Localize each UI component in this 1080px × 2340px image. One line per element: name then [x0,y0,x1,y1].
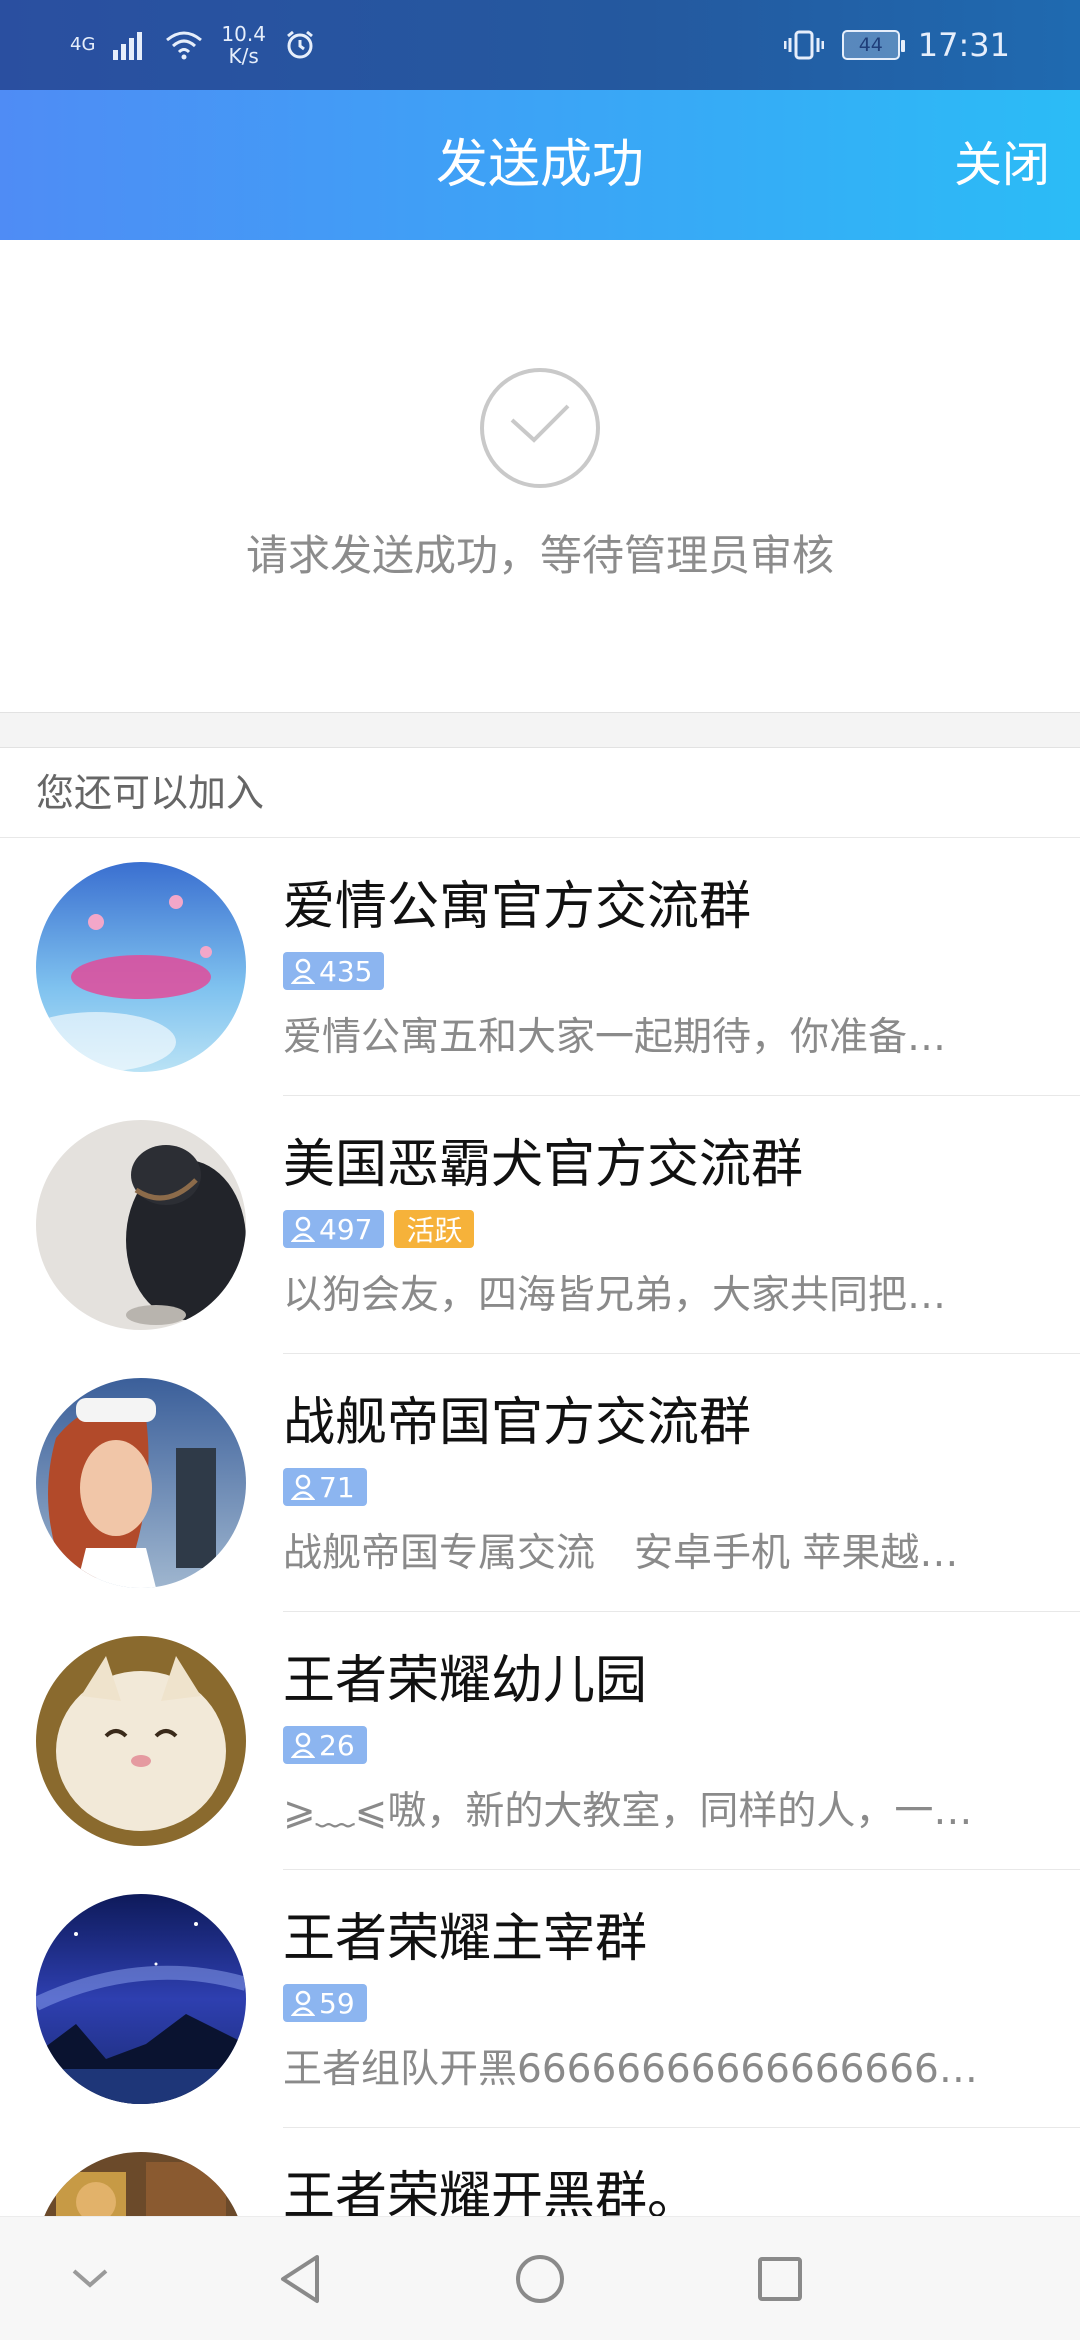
group-item[interactable]: 王者荣耀主宰群 59 王者组队开黑66666666666666666… [0,1870,1080,2128]
group-name: 美国恶霸犬官方交流群 [283,1135,804,1195]
member-count: 71 [319,1470,355,1504]
group-badges: 71 [283,1468,367,1506]
group-name: 王者荣耀主宰群 [283,1909,648,1969]
wifi-icon [166,31,203,60]
active-badge: 活跃 [394,1210,475,1248]
group-item[interactable]: 爱情公寓官方交流群 435 爱情公寓五和大家一起期待，你准备… [0,838,1080,1096]
member-count-badge: 59 [283,1984,367,2022]
signal-icon [113,32,143,60]
battery-icon: 44 [841,30,905,60]
group-name: 战舰帝国官方交流群 [283,1393,752,1453]
user-icon [291,1732,315,1758]
group-info: 爱情公寓官方交流群 435 爱情公寓五和大家一起期待，你准备… [283,838,1080,1096]
system-nav-bar [0,2216,1080,2340]
user-icon [291,958,315,984]
group-avatar [36,862,246,1072]
member-count: 26 [319,1728,355,1762]
member-count-badge: 435 [283,952,385,990]
chevron-down-icon [72,2269,108,2288]
group-badges: 59 [283,1984,367,2022]
group-name: 王者荣耀幼儿园 [283,1651,648,1711]
battery-level: 44 [858,34,883,56]
speed-value: 10.4 [221,22,266,46]
back-triangle-icon [281,2255,319,2303]
user-icon [291,1474,315,1500]
group-info: 王者荣耀幼儿园 26 ⩾﹏⩽嗷，新的大教室，同样的人，一… [283,1612,1080,1870]
alarm-icon [287,30,313,59]
vibrate-icon [783,30,824,60]
group-avatar [36,1894,246,2104]
status-bar: 4G 10.4 K/s 44 17:31 [0,0,1080,90]
recents-button[interactable] [750,2217,810,2340]
network-speed: 10.4 K/s [221,23,266,67]
status-left: 4G 10.4 K/s [70,23,316,67]
group-info: 战舰帝国官方交流群 71 战舰帝国专属交流 安卓手机 苹果越… [283,1354,1080,1612]
recents-square-icon [758,2257,802,2301]
member-count: 59 [319,1986,355,2020]
group-avatar [36,1120,246,1330]
status-time: 17:31 [917,26,1010,64]
group-info: 美国恶霸犬官方交流群 497 活跃 以狗会友，四海皆兄弟，大家共同把… [283,1096,1080,1354]
group-avatar [36,1378,246,1588]
section-divider [0,712,1080,748]
back-button[interactable] [270,2217,330,2340]
group-name: 爱情公寓官方交流群 [283,877,752,937]
group-item[interactable]: 王者荣耀幼儿园 26 ⩾﹏⩽嗷，新的大教室，同样的人，一… [0,1612,1080,1870]
group-info: 王者荣耀主宰群 59 王者组队开黑66666666666666666… [283,1870,1080,2128]
group-description: ⩾﹏⩽嗷，新的大教室，同样的人，一… [283,1789,973,1834]
status-right: 44 17:31 [783,26,1010,64]
speed-unit: K/s [228,44,259,68]
check-icon [480,368,600,488]
group-badges: 435 [283,952,385,990]
group-badges: 26 [283,1726,367,1764]
collapse-button[interactable] [60,2217,120,2340]
member-count: 497 [319,1212,373,1246]
title-bar: 发送成功 关闭 [0,90,1080,240]
section-title: 您还可以加入 [0,748,1080,838]
group-item[interactable]: 美国恶霸犬官方交流群 497 活跃 以狗会友，四海皆兄弟，大家共同把… [0,1096,1080,1354]
member-count-badge: 26 [283,1726,367,1764]
home-button[interactable] [510,2217,570,2340]
member-count-badge: 497 [283,1210,385,1248]
group-description: 以狗会友，四海皆兄弟，大家共同把… [283,1273,947,1318]
group-badges: 497 活跃 [283,1210,475,1248]
group-avatar [36,1636,246,1846]
group-description: 王者组队开黑66666666666666666… [283,2047,978,2092]
group-description: 爱情公寓五和大家一起期待，你准备… [283,1015,947,1060]
user-icon [291,1990,315,2016]
group-list: 爱情公寓官方交流群 435 爱情公寓五和大家一起期待，你准备… 美国恶霸犬官方交… [0,838,1080,2340]
member-count: 435 [319,954,373,988]
group-item[interactable]: 战舰帝国官方交流群 71 战舰帝国专属交流 安卓手机 苹果越… [0,1354,1080,1612]
home-circle-icon [516,2255,564,2303]
success-message: 请求发送成功，等待管理员审核 [245,531,834,580]
group-description: 战舰帝国专属交流 安卓手机 苹果越… [283,1531,959,1576]
member-count-badge: 71 [283,1468,367,1506]
success-panel: 请求发送成功，等待管理员审核 [0,240,1080,712]
user-icon [291,1216,315,1242]
page-title: 发送成功 [435,135,644,195]
network-type: 4G [70,34,96,55]
close-button[interactable]: 关闭 [954,90,1050,240]
